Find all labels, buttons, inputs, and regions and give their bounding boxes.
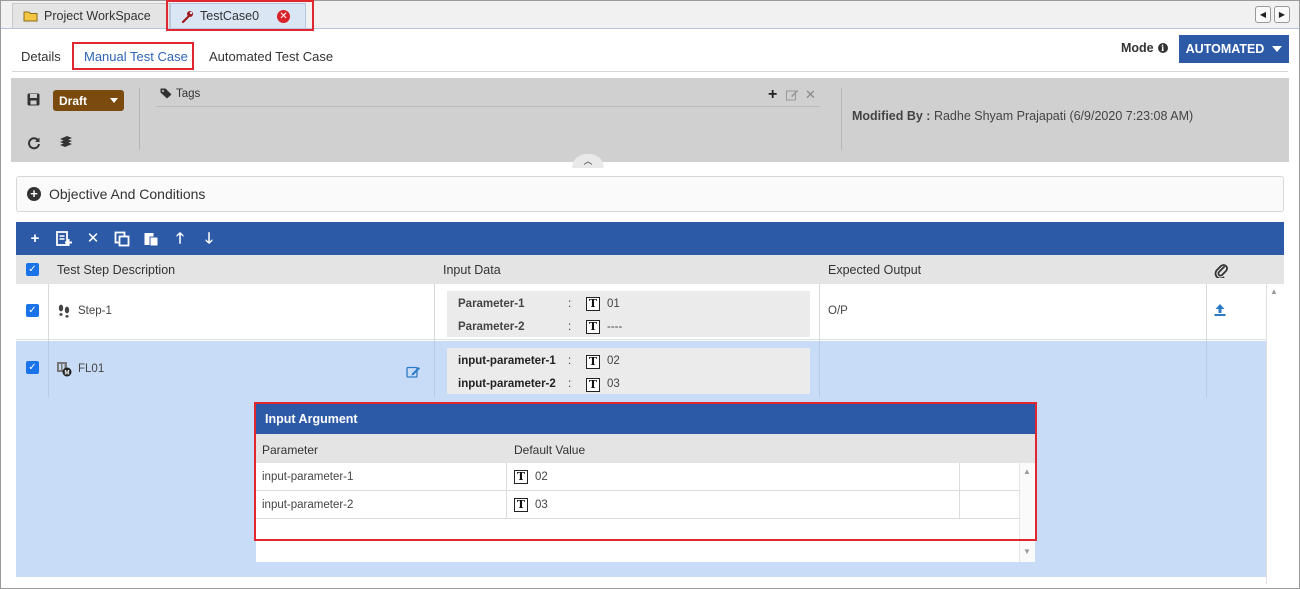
tab-label: Project WorkSpace (44, 9, 151, 23)
column-header-expected-output[interactable]: Expected Output (828, 263, 921, 277)
param-value[interactable]: 03 (607, 378, 620, 390)
toolbar-separator (139, 88, 140, 150)
edit-tag-icon[interactable] (786, 89, 799, 101)
objective-accordion[interactable]: + Objective And Conditions (16, 176, 1284, 212)
svg-text:M: M (65, 371, 70, 377)
param-name: Parameter-1 (458, 298, 525, 310)
row-checkbox[interactable]: ✓ (26, 304, 39, 317)
expected-output[interactable]: O/P (828, 305, 848, 317)
column-divider (434, 341, 435, 397)
grid-scrollbar[interactable] (1266, 284, 1284, 584)
scroll-up-arrow-icon[interactable]: ▲ (1270, 287, 1278, 296)
column-divider (1206, 341, 1207, 397)
add-tag-icon[interactable]: + (768, 86, 777, 104)
subtab-highlight-box (72, 42, 194, 70)
move-up-icon[interactable]: 🡑 (172, 230, 188, 247)
function-library-icon: M (57, 362, 72, 377)
param-value[interactable]: ---- (607, 321, 622, 333)
insert-step-icon[interactable] (56, 230, 72, 247)
chevron-down-icon (1272, 46, 1283, 52)
param-separator: : (568, 298, 572, 310)
tags-label: Tags (176, 88, 201, 100)
grid-toolbar: + ✕ 🡑 🡓 (16, 222, 1284, 255)
remove-tag-icon[interactable]: ✕ (805, 87, 816, 103)
param-value[interactable]: 01 (607, 298, 620, 310)
mode-label-text: Mode (1121, 41, 1154, 55)
tabs-scroll-right-button[interactable]: ▶ (1274, 6, 1290, 23)
mode-value: AUTOMATED (1185, 42, 1265, 56)
param-name: Parameter-2 (458, 321, 525, 333)
delete-step-icon[interactable]: ✕ (85, 230, 101, 247)
layers-icon[interactable] (58, 135, 74, 150)
param-separator: : (568, 355, 572, 367)
step-description[interactable]: Step-1 (78, 305, 112, 317)
column-divider (48, 341, 49, 397)
column-header-input-data[interactable]: Input Data (443, 263, 501, 277)
add-step-icon[interactable]: + (27, 230, 43, 247)
tab-project-workspace[interactable]: Project WorkSpace (12, 3, 170, 28)
step-description[interactable]: FL01 (78, 363, 104, 375)
param-name: input-parameter-1 (458, 355, 556, 367)
tags-underline (156, 106, 820, 107)
tag-icon (160, 88, 172, 99)
edit-icon[interactable] (406, 365, 421, 378)
param-separator: : (568, 378, 572, 390)
text-type-icon: T (586, 355, 600, 369)
subtab-divider (12, 71, 1288, 72)
footsteps-icon (58, 304, 70, 318)
text-type-icon: T (586, 297, 600, 311)
column-divider (819, 341, 820, 397)
upload-icon[interactable] (1213, 303, 1227, 317)
folder-icon (23, 11, 38, 22)
objective-label: Objective And Conditions (49, 186, 206, 202)
param-name: input-parameter-2 (458, 378, 556, 390)
move-down-icon[interactable]: 🡓 (201, 230, 217, 247)
tabs-scroll-left-button[interactable]: ◀ (1255, 6, 1271, 23)
info-icon[interactable]: i (1157, 43, 1168, 53)
text-type-icon: T (586, 320, 600, 334)
tab-details[interactable]: Details (21, 45, 61, 69)
modified-by-label: Modified By : (852, 109, 931, 123)
tab-automated-test-case[interactable]: Automated Test Case (209, 45, 333, 69)
copy-icon[interactable] (114, 231, 130, 247)
modified-by-value: Radhe Shyam Prajapati (6/9/2020 7:23:08 … (933, 109, 1194, 123)
tab-highlight-box (166, 0, 314, 31)
text-type-icon: T (586, 378, 600, 392)
paste-icon[interactable] (143, 231, 159, 247)
toolbar-separator (841, 88, 842, 150)
save-icon[interactable] (27, 93, 40, 106)
column-header-description[interactable]: Test Step Description (57, 263, 175, 277)
status-value: Draft (59, 93, 88, 108)
mode-dropdown-button[interactable]: AUTOMATED (1179, 35, 1289, 63)
select-all-checkbox[interactable]: ✓ (26, 263, 39, 276)
param-separator: : (568, 321, 572, 333)
input-argument-highlight-box (254, 402, 1037, 541)
status-dropdown[interactable]: Draft (53, 90, 124, 111)
mode-label: Mode i (1121, 41, 1168, 55)
chevron-down-icon (110, 98, 118, 103)
plus-circle-icon: + (27, 187, 41, 201)
refresh-icon[interactable] (27, 136, 41, 150)
modified-by: Modified By : Radhe Shyam Prajapati (6/9… (852, 109, 1193, 123)
paperclip-icon (1214, 264, 1228, 278)
chevron-up-icon: ︿ (583, 156, 593, 166)
scroll-down-arrow-icon[interactable]: ▼ (1023, 547, 1031, 556)
row-checkbox[interactable]: ✓ (26, 361, 39, 374)
param-value[interactable]: 02 (607, 355, 620, 367)
grid-header (16, 255, 1284, 284)
